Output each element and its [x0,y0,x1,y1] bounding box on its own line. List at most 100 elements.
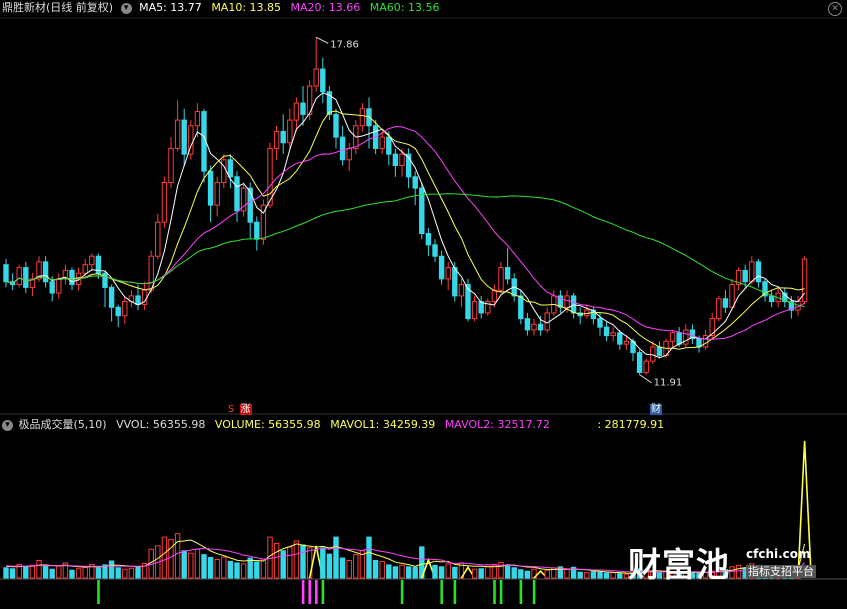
candle-body [636,352,643,373]
candle-body [16,267,22,286]
candle-body [379,136,385,149]
candle-body [531,323,537,331]
candle-body [135,295,141,305]
extra-value-label: : 281779.91 [597,418,665,431]
volume-bar [452,566,458,579]
volume-bar [445,563,451,579]
volume-bar [56,565,62,579]
candle-body [722,298,729,308]
candle-body [89,255,95,266]
signal-bar [440,580,443,604]
event-markers: S 涨 [228,402,258,418]
candle-body [623,340,630,345]
volume-bar [135,566,141,579]
volume-bar [49,568,55,579]
volume-bar [617,573,623,579]
cai-marker-wrap: 财 [650,402,668,418]
candle-body [42,261,49,283]
candle-body [3,264,9,283]
candle-body [267,147,273,206]
candle-body [273,130,280,149]
volume-bar [115,567,121,579]
signal-bar [301,580,305,604]
volume-bar [42,565,49,579]
candle-body [214,181,220,206]
volume-bar [544,569,550,579]
volume-bar [610,572,616,579]
watermark-logo: 财富池 [628,538,730,586]
stock-chart: 17.86 11.91 [0,17,847,604]
volume-bar [518,569,524,579]
candle-body [174,119,181,149]
candle-body [643,360,649,373]
volume-bar [333,536,339,579]
candle-body [570,295,577,314]
volume-bar [432,564,438,579]
volume-bar [108,560,115,579]
volume-bar [603,572,610,579]
volume-bar [326,553,333,579]
candle-body [56,278,62,294]
volume-bar [584,572,590,579]
candle-body [280,130,286,144]
volume-bar [504,564,511,579]
volume-bar [280,550,286,579]
candle-body [742,269,748,283]
candle-body [392,153,399,166]
candle-body [537,323,544,331]
candle-body [82,264,88,274]
volume-bar [564,568,570,579]
candle-body [544,312,550,331]
candle-body [386,136,392,155]
volume-bar [227,560,234,579]
ma60-label: MA60: 13.56 [369,1,440,14]
volume-bar [287,546,293,579]
indicator-title[interactable]: 极品成交量(5,10) [19,418,107,431]
volume-bar [293,540,300,579]
volume-bar [9,568,16,579]
close-icon[interactable]: ✕ [828,2,842,16]
candle-body [603,326,610,337]
candle-body [293,102,300,121]
candle-body [445,267,451,280]
candle-body [564,295,570,308]
candle-body [300,102,306,115]
candle-body [320,68,326,93]
volume-label: VOLUME: 56355.98 [214,418,321,431]
volume-bar [320,547,326,579]
candle-body [458,284,465,297]
volume-bar [95,567,102,579]
volume-bar [188,552,194,579]
candle-body [155,221,161,257]
candle-body [339,136,346,161]
volume-bar [234,562,240,579]
volume-bar [366,536,372,579]
low-price-label: 11.91 [654,378,683,389]
volume-bar [300,544,306,579]
volume-bar [181,550,187,579]
cai-marker: 财 [650,404,662,415]
candle-body [115,306,121,317]
volume-panel-header: ▾ 极品成交量(5,10) VVOL: 56355.98 VOLUME: 563… [2,417,670,433]
volume-bar [240,563,247,579]
volume-bar [386,564,392,579]
mavol2-label: MAVOL2: 32517.72 [444,418,550,431]
volume-bar [260,558,267,579]
settings-icon[interactable]: ▾ [120,2,132,14]
candle-body [181,119,187,155]
signal-bar [519,580,523,604]
indicator-settings-icon[interactable]: ▾ [2,419,13,431]
watermark-site: cfchi.com [746,547,811,561]
volume-bar [405,566,412,579]
candle-body [656,346,663,356]
candle-body [227,159,234,178]
volume-bar [735,564,742,579]
volume-bar [511,567,517,579]
candle-body [768,295,775,303]
candle-body [194,111,201,127]
signal-bar [308,580,311,604]
volume-bar [478,568,484,579]
candle-body [471,301,478,320]
candle-body [610,332,616,337]
stock-title[interactable]: 鼎胜新材(日线 前复权) [2,1,113,14]
